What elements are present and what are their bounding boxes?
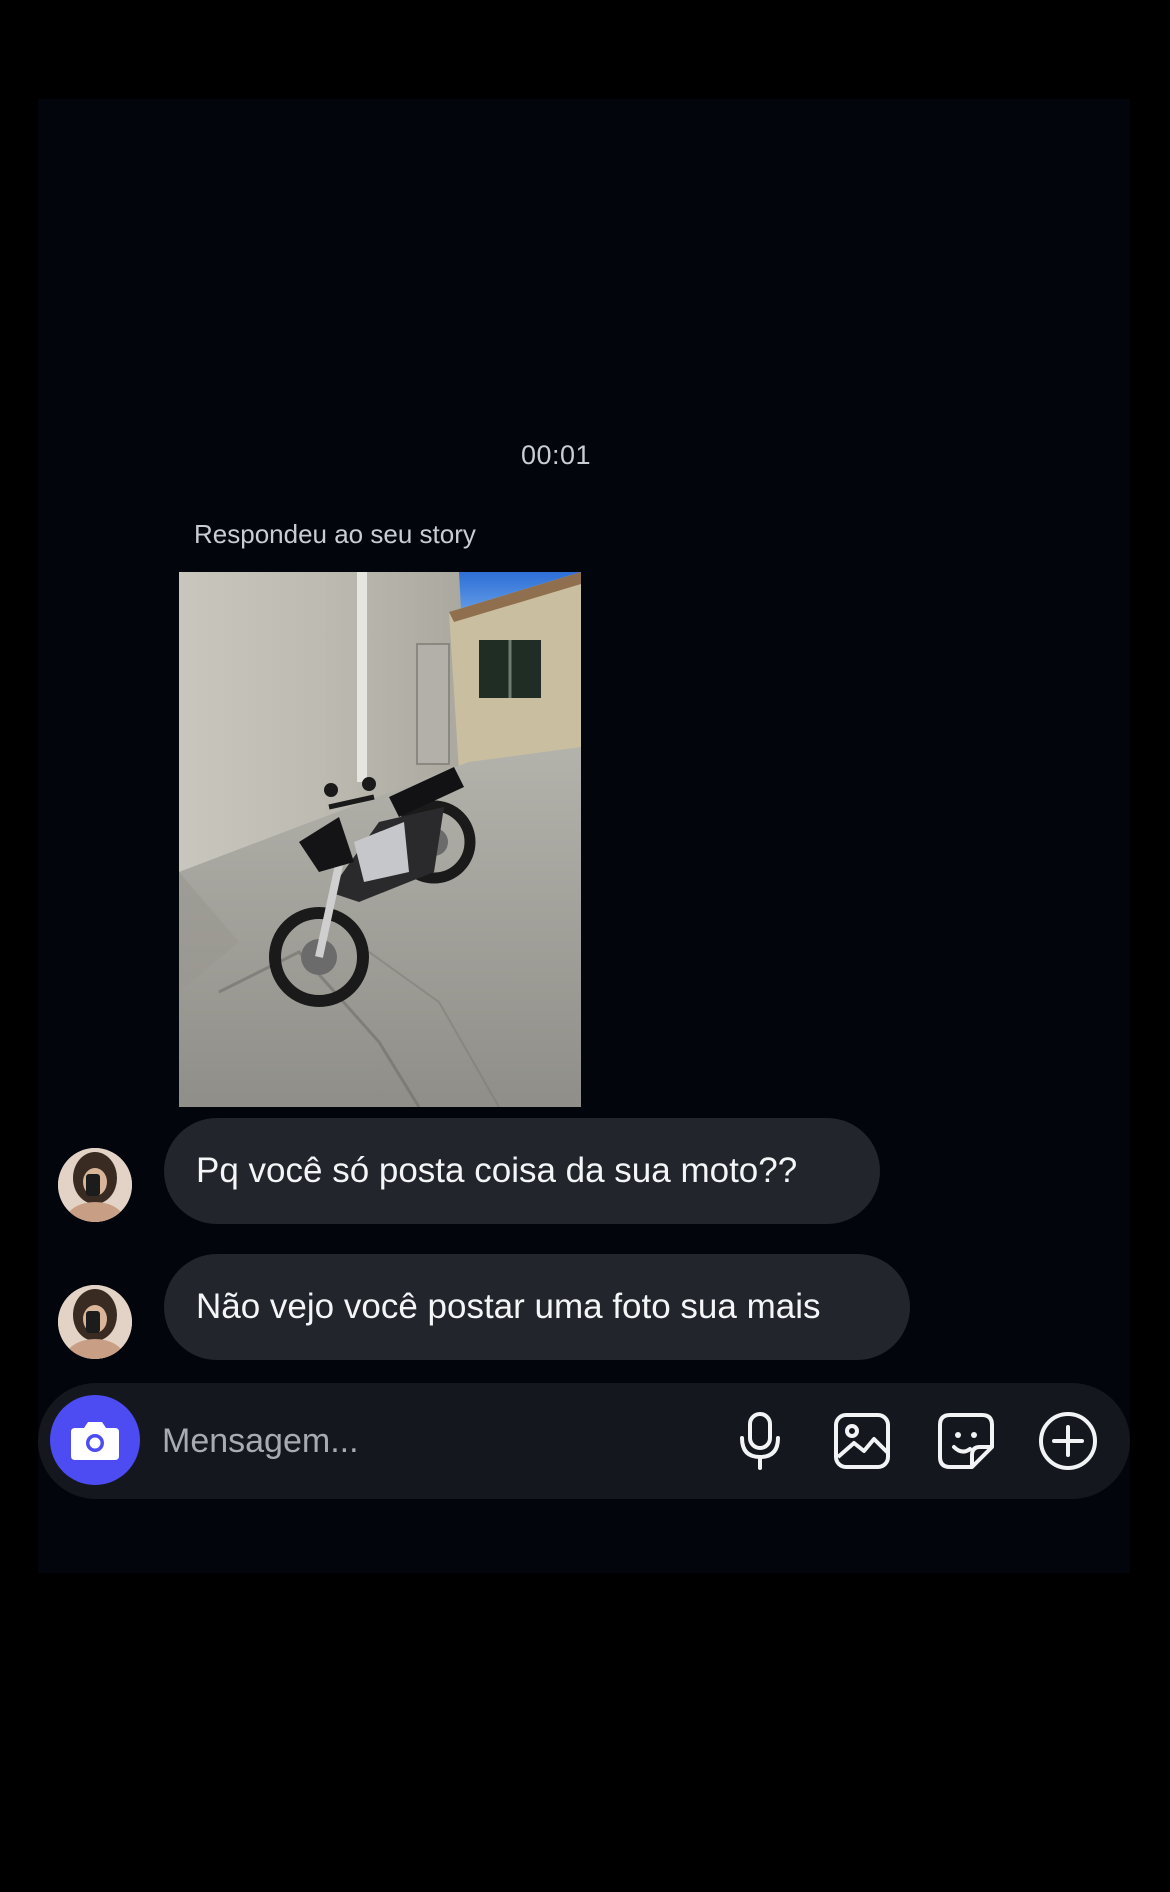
story-reply-label: Respondeu ao seu story [194,519,476,549]
microphone-button[interactable] [728,1409,792,1473]
sticker-icon [938,1413,994,1469]
camera-button[interactable] [50,1395,140,1485]
screen: 00:01 Respondeu ao seu story Pq você só … [0,0,1170,1892]
message-input[interactable] [162,1411,582,1471]
more-button[interactable] [1036,1409,1100,1473]
sender-avatar[interactable] [58,1285,132,1359]
gallery-button[interactable] [830,1409,894,1473]
motorcycle-photo [179,572,581,1107]
camera-icon [71,1422,119,1460]
plus-circle-icon [1039,1412,1097,1470]
message-bubble[interactable]: Não vejo você postar uma foto sua mais [164,1254,910,1360]
profile-picture [58,1285,132,1359]
microphone-icon [740,1412,780,1470]
profile-picture [58,1148,132,1222]
sender-avatar[interactable] [58,1148,132,1222]
image-icon [834,1413,890,1469]
message-composer [38,1383,1130,1499]
message-timestamp: 00:01 [520,440,592,470]
message-bubble[interactable]: Pq você só posta coisa da sua moto?? [164,1118,880,1224]
sticker-button[interactable] [934,1409,998,1473]
story-photo[interactable] [179,572,581,1107]
